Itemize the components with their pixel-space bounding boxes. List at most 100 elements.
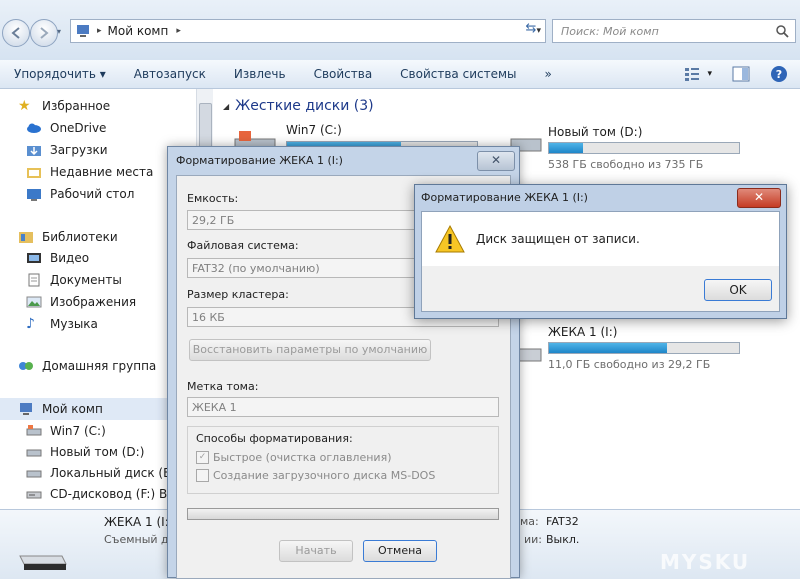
nav-drive-c[interactable]: Win7 (C:) [26, 424, 106, 438]
nav-onedrive-label: OneDrive [50, 121, 107, 135]
nav-music[interactable]: ♪ Музыка [26, 317, 98, 331]
drive-d-name[interactable]: Новый том (D:) [548, 125, 642, 139]
autoplay-button[interactable]: Автозапуск [120, 67, 220, 81]
search-placeholder: Поиск: Мой комп [561, 24, 659, 38]
drive-i-free: 11,0 ГБ свободно из 29,2 ГБ [548, 358, 711, 371]
volume-label-input[interactable]: ЖЕКА 1 [187, 397, 499, 417]
quick-format-checkbox[interactable]: ✓ [196, 451, 209, 464]
drive-i-name[interactable]: ЖЕКА 1 (I:) [548, 325, 617, 339]
restore-defaults-button[interactable]: Восстановить параметры по умолчанию [189, 339, 431, 361]
format-progress-bar [187, 508, 499, 520]
nav-favorites-label: Избранное [42, 99, 111, 113]
nav-music-label: Музыка [50, 317, 98, 331]
arrow-right-icon [40, 27, 49, 39]
system-drive-icon [26, 424, 42, 438]
nav-computer[interactable]: Мой комп [18, 402, 103, 416]
view-options-icon[interactable] [683, 66, 703, 82]
nav-libraries[interactable]: Библиотеки [18, 230, 118, 244]
details-drive-type: Съемный д [104, 533, 169, 546]
forward-button[interactable] [30, 19, 58, 47]
arrow-left-icon [11, 27, 20, 39]
back-button[interactable] [2, 19, 30, 47]
libraries-icon [18, 230, 34, 244]
details-fs-value: FAT32 [546, 515, 579, 528]
details-bitlocker-value: Выкл. [546, 533, 580, 546]
collapse-icon[interactable]: ◢ [223, 102, 229, 111]
music-icon: ♪ [26, 316, 35, 332]
more-commands-button[interactable]: » [531, 67, 566, 81]
nav-documents-label: Документы [50, 273, 122, 287]
alert-title: Форматирование ЖЕКА 1 (I:) [421, 191, 588, 204]
format-dialog-close-button[interactable]: ✕ [477, 151, 515, 171]
drive-i-usage-fill [549, 343, 667, 353]
drive-d-free: 538 ГБ свободно из 735 ГБ [548, 158, 704, 171]
nav-desktop[interactable]: Рабочий стол [26, 187, 134, 201]
drive-i-usage-bar [548, 342, 740, 354]
msdos-disk-checkbox[interactable] [196, 469, 209, 482]
breadcrumb-computer[interactable]: Мой комп [108, 24, 169, 38]
images-icon [26, 295, 42, 309]
eject-button[interactable]: Извлечь [220, 67, 300, 81]
nav-homegroup[interactable]: Домашняя группа [18, 359, 156, 373]
breadcrumb-chevron-icon[interactable]: ▸ [176, 26, 181, 36]
address-field[interactable]: ▸ Мой комп ▸ ▾ [70, 19, 546, 43]
search-icon[interactable] [775, 24, 789, 38]
group-header-hard-drives[interactable]: ◢ Жесткие диски (3) [223, 98, 374, 114]
nav-libraries-label: Библиотеки [42, 230, 118, 244]
drive-d-usage-fill [549, 143, 584, 153]
usb-drive-icon [16, 542, 70, 574]
nav-images[interactable]: Изображения [26, 295, 136, 309]
filesystem-label: Файловая система: [187, 239, 299, 252]
refresh-button[interactable]: ⇆ [520, 21, 542, 41]
drive-c-name[interactable]: Win7 (C:) [286, 123, 342, 137]
capacity-value: 29,2 ГБ [192, 214, 235, 227]
nav-downloads[interactable]: Загрузки [26, 143, 108, 157]
write-protected-alert: Форматирование ЖЕКА 1 (I:) ✕ Диск защище… [414, 184, 787, 319]
video-icon [26, 251, 42, 265]
view-dropdown-icon[interactable]: ▾ [707, 69, 712, 79]
nav-video[interactable]: Видео [26, 251, 89, 265]
organize-button[interactable]: Упорядочить ▾ [0, 67, 120, 81]
nav-favorites[interactable]: ★ Избранное [18, 99, 110, 113]
documents-icon [26, 273, 42, 287]
close-icon: ✕ [490, 153, 502, 167]
ok-button[interactable]: OK [704, 279, 772, 301]
preview-pane-icon[interactable] [732, 66, 750, 82]
cloud-icon [26, 121, 42, 135]
details-bitlocker-label: ии: [524, 533, 543, 546]
computer-icon [77, 25, 89, 37]
command-bar: Упорядочить ▾ Автозапуск Извлечь Свойств… [0, 60, 800, 89]
address-bar-row: ▾ ▸ Мой комп ▸ ▾ ⇆ Поиск: Мой комп [0, 0, 800, 60]
nav-computer-label: Мой комп [42, 402, 103, 416]
capacity-label: Емкость: [187, 192, 239, 205]
search-input[interactable]: Поиск: Мой комп [552, 19, 796, 43]
nav-drive-d[interactable]: Новый том (D:) [26, 445, 144, 459]
format-dialog-title: Форматирование ЖЕКА 1 (I:) [176, 154, 343, 167]
group-title: Жесткие диски (3) [235, 98, 374, 114]
properties-button[interactable]: Свойства [300, 67, 387, 81]
nav-homegroup-label: Домашняя группа [42, 359, 157, 373]
recent-pages-dropdown[interactable]: ▾ [57, 27, 61, 36]
nav-documents[interactable]: Документы [26, 273, 122, 287]
start-button[interactable]: Начать [279, 540, 353, 562]
format-methods-label: Способы форматирования: [196, 432, 353, 445]
recent-places-icon [26, 165, 42, 179]
help-icon[interactable]: ? [770, 65, 788, 83]
cancel-button[interactable]: Отмена [363, 540, 437, 562]
alert-close-button[interactable]: ✕ [737, 188, 781, 208]
nav-drive-f[interactable]: CD-дисковод (F:) Bee [26, 487, 182, 501]
details-drive-name: ЖЕКА 1 (I:) [104, 515, 174, 529]
nav-drive-e[interactable]: Локальный диск (E:) [26, 466, 179, 480]
nav-onedrive[interactable]: OneDrive [26, 121, 106, 135]
warning-icon [435, 224, 465, 253]
hard-drive-icon [26, 445, 42, 459]
nav-images-label: Изображения [50, 295, 137, 309]
refresh-icon: ⇆ [525, 21, 537, 36]
homegroup-icon [18, 359, 34, 373]
nav-recent-places[interactable]: Недавние места [26, 165, 153, 179]
quick-format-option[interactable]: ✓ Быстрое (очистка оглавления) [196, 451, 391, 464]
msdos-disk-option[interactable]: Создание загрузочного диска MS-DOS [196, 469, 435, 482]
computer-icon [18, 402, 34, 416]
system-properties-button[interactable]: Свойства системы [386, 67, 530, 81]
volume-label-value: ЖЕКА 1 [192, 401, 237, 414]
